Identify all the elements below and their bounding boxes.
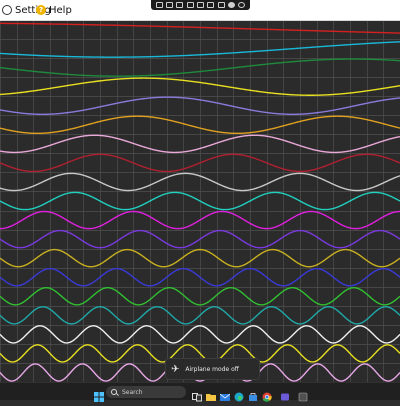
camera-icon[interactable] <box>176 2 184 8</box>
mail-icon[interactable] <box>219 387 231 401</box>
image-icon[interactable] <box>217 2 225 8</box>
wave-line-9 <box>0 172 400 192</box>
help-circle-icon: ? <box>36 5 46 15</box>
toast-text: Airplane mode off <box>185 365 239 373</box>
gear-circle-icon <box>2 5 12 15</box>
wave-line-2 <box>0 41 400 58</box>
wave-line-13 <box>0 248 400 268</box>
wave-line-6 <box>0 115 400 135</box>
chrome-icon[interactable] <box>262 387 272 402</box>
taskbar-search-box[interactable]: Search <box>106 386 186 398</box>
wave-line-10 <box>0 191 400 211</box>
file-explorer-icon[interactable] <box>206 387 216 401</box>
search-placeholder: Search <box>122 388 143 396</box>
copy-icon[interactable] <box>165 2 173 8</box>
teams-icon[interactable] <box>280 387 290 401</box>
windows-start-icon[interactable] <box>94 387 104 402</box>
task-view-icon[interactable] <box>192 387 202 402</box>
wave-plot <box>0 20 400 382</box>
help-menu-label: Help <box>49 4 72 16</box>
settings-icon[interactable] <box>238 2 246 8</box>
airplane-mode-toast: ✈ Airplane mode off <box>165 358 260 380</box>
wave-line-4 <box>0 77 400 96</box>
wave-line-12 <box>0 229 400 249</box>
store-icon[interactable] <box>248 387 258 401</box>
airplane-icon: ✈ <box>171 363 180 375</box>
wave-line-15 <box>0 286 400 306</box>
wave-line-16 <box>0 306 400 325</box>
wave-line-17 <box>0 325 400 344</box>
cut-icon[interactable] <box>196 2 204 8</box>
search-icon <box>111 389 117 395</box>
wave-line-5 <box>0 96 400 116</box>
floating-toolbar <box>151 0 250 10</box>
edge-browser-icon[interactable] <box>234 387 244 402</box>
wave-series <box>0 22 400 382</box>
wave-line-8 <box>0 153 400 173</box>
record-icon[interactable] <box>227 2 235 8</box>
wave-line-3 <box>0 58 400 77</box>
document-icon[interactable] <box>155 2 163 8</box>
pen-icon[interactable] <box>207 2 215 8</box>
layout-icon[interactable] <box>186 2 194 8</box>
wave-line-7 <box>0 134 400 154</box>
wave-line-11 <box>0 210 400 230</box>
help-menu[interactable]: ? Help <box>36 3 72 17</box>
wave-line-14 <box>0 267 400 287</box>
app-icon[interactable] <box>298 387 308 402</box>
wave-line-1 <box>0 22 400 34</box>
taskbar: Search <box>0 382 400 402</box>
